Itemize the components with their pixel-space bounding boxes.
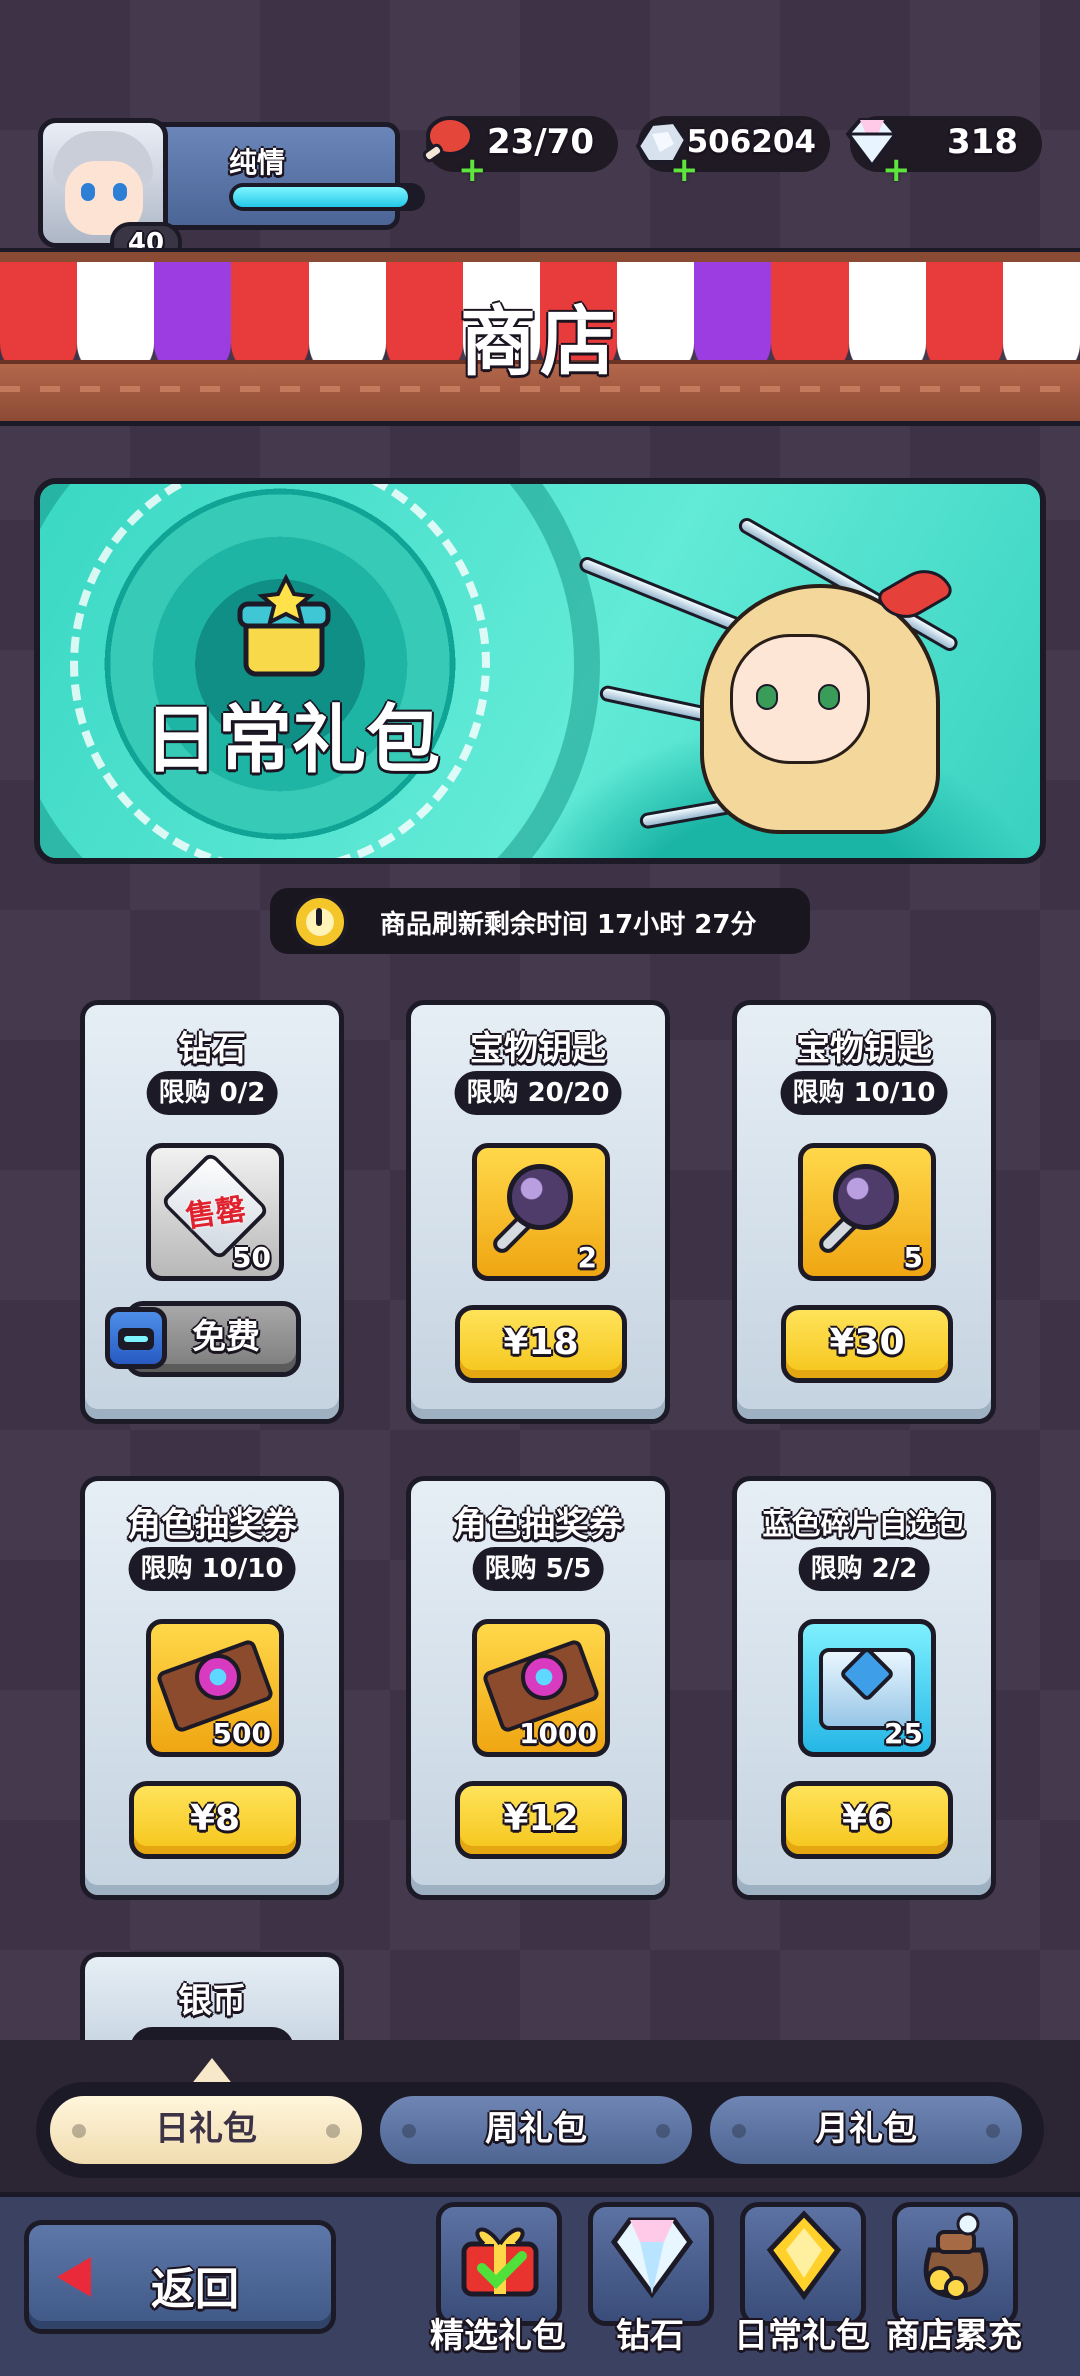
tab-dot xyxy=(326,2124,340,2138)
item-name: 蓝色碎片自选包 xyxy=(762,1507,966,1541)
player-namebox: 纯情 xyxy=(138,122,425,230)
tab-dot xyxy=(402,2124,416,2138)
tab-daily[interactable]: 日礼包 xyxy=(46,2092,366,2168)
item-name: 宝物钥匙 xyxy=(470,1029,606,1069)
shard-pack-item: 25 xyxy=(798,1619,936,1757)
tab-dot xyxy=(986,2124,1000,2138)
tab-label: 月礼包 xyxy=(815,2109,917,2149)
item-quantity: 500 xyxy=(212,1717,271,1750)
tab-dot xyxy=(72,2124,86,2138)
key-icon-glass xyxy=(833,1164,899,1230)
item-name: 角色抽奖券 xyxy=(453,1505,623,1545)
ticket-gem xyxy=(521,1654,567,1700)
resource-meat[interactable]: + 23/70 xyxy=(422,116,618,190)
tab-label: 周礼包 xyxy=(485,2109,587,2149)
exp-bar-fill xyxy=(233,187,408,207)
refresh-timer: 商品刷新剩余时间 17小时 27分 xyxy=(270,888,810,954)
item-quantity: 5 xyxy=(903,1241,923,1274)
character-eye xyxy=(756,684,778,710)
draw-ticket-item: 1000 xyxy=(472,1619,610,1757)
daily-pack-banner[interactable]: 日常礼包 xyxy=(34,478,1046,864)
buy-button[interactable]: ¥8 xyxy=(129,1781,301,1859)
buy-button[interactable]: ¥6 xyxy=(781,1781,953,1859)
item-name: 银币 xyxy=(178,1981,246,2021)
nav-featured-packs[interactable]: 精选礼包 xyxy=(428,2196,568,2368)
buy-button[interactable]: ¥18 xyxy=(455,1305,627,1383)
shop-item-card[interactable]: 角色抽奖券 限购 10/10 500 ¥8 xyxy=(80,1476,344,1900)
buy-button[interactable]: ¥30 xyxy=(781,1305,953,1383)
nav-diamonds[interactable]: 钻石 xyxy=(580,2196,720,2368)
item-name: 角色抽奖券 xyxy=(127,1505,297,1545)
player-profile[interactable]: 纯情 40 xyxy=(38,118,425,264)
shop-item-card[interactable]: 宝物钥匙 限购 10/10 5 ¥30 xyxy=(732,1000,996,1424)
refresh-timer-text: 商品刷新剩余时间 17小时 27分 xyxy=(380,910,757,940)
purchase-limit: 限购 20/20 xyxy=(454,1071,622,1115)
key-icon-glass xyxy=(507,1164,573,1230)
diamond-value: 318 xyxy=(947,122,1018,162)
add-meat-icon[interactable]: + xyxy=(458,150,487,190)
item-quantity: 25 xyxy=(884,1717,923,1750)
item-name: 钻石 xyxy=(178,1029,246,1069)
gift-icon xyxy=(461,2227,539,2297)
add-diamond-icon[interactable]: + xyxy=(882,150,911,190)
ticket-gem xyxy=(195,1654,241,1700)
purchase-limit: 限购 10/10 xyxy=(128,1547,296,1591)
player-name: 纯情 xyxy=(229,146,286,179)
nav-label: 商店累充 xyxy=(886,2316,1022,2356)
purchase-limit: 限购 10/10 xyxy=(780,1071,948,1115)
purchase-limit: 限购 5/5 xyxy=(472,1547,604,1591)
shop-item-card[interactable]: 钻石 限购 0/2 售罄 50 免费 xyxy=(80,1000,344,1424)
draw-ticket-item: 500 xyxy=(146,1619,284,1757)
item-quantity: 50 xyxy=(232,1241,271,1274)
gem-icon xyxy=(766,2210,842,2301)
resource-diamond[interactable]: + 318 xyxy=(845,116,1042,190)
back-button-label: 返回 xyxy=(151,2264,239,2315)
clock-icon xyxy=(292,894,348,950)
tab-label: 日礼包 xyxy=(155,2109,257,2149)
item-quantity: 2 xyxy=(577,1241,597,1274)
tab-dot xyxy=(656,2124,670,2138)
shop-item-card[interactable]: 角色抽奖券 限购 5/5 1000 ¥12 xyxy=(406,1476,670,1900)
treasure-key-item: 5 xyxy=(798,1143,936,1281)
tab-dot xyxy=(732,2124,746,2138)
purchase-limit: 限购 0/2 xyxy=(146,1071,278,1115)
gift-icon xyxy=(237,574,331,677)
back-button[interactable]: 返回 xyxy=(24,2220,336,2334)
exp-bar xyxy=(229,183,425,211)
item-quantity: 1000 xyxy=(519,1717,597,1750)
nav-shop-recharge[interactable]: 商店累充 xyxy=(884,2196,1024,2368)
page-title: 商店 xyxy=(460,297,620,386)
treasure-key-item: 2 xyxy=(472,1143,610,1281)
item-name: 宝物钥匙 xyxy=(796,1029,932,1069)
silver-value: 506204 xyxy=(686,124,816,160)
diamond-item: 售罄 50 xyxy=(146,1143,284,1281)
period-tabs: 日礼包 周礼包 月礼包 xyxy=(36,2082,1044,2178)
banner-title: 日常礼包 xyxy=(144,697,440,783)
avatar-eye xyxy=(81,183,95,201)
tab-weekly[interactable]: 周礼包 xyxy=(376,2092,696,2168)
tab-monthly[interactable]: 月礼包 xyxy=(706,2092,1026,2168)
avatar-eye xyxy=(113,183,127,201)
nav-daily-packs[interactable]: 日常礼包 xyxy=(732,2196,872,2368)
shop-item-card[interactable]: 蓝色碎片自选包 限购 2/2 25 ¥6 xyxy=(732,1476,996,1900)
money-bag-icon xyxy=(923,2212,989,2300)
watch-ad-icon xyxy=(105,1307,167,1369)
diamond-icon xyxy=(610,2217,694,2299)
character-face xyxy=(730,634,870,764)
character-eye xyxy=(818,684,840,710)
buy-button[interactable]: ¥12 xyxy=(455,1781,627,1859)
purchase-limit: 限购 2/2 xyxy=(798,1547,930,1591)
shop-item-card[interactable]: 宝物钥匙 限购 20/20 2 ¥18 xyxy=(406,1000,670,1424)
awning-rail xyxy=(0,248,1080,262)
resource-silver[interactable]: + 506204 xyxy=(635,116,830,190)
meat-value: 23/70 xyxy=(486,122,594,162)
